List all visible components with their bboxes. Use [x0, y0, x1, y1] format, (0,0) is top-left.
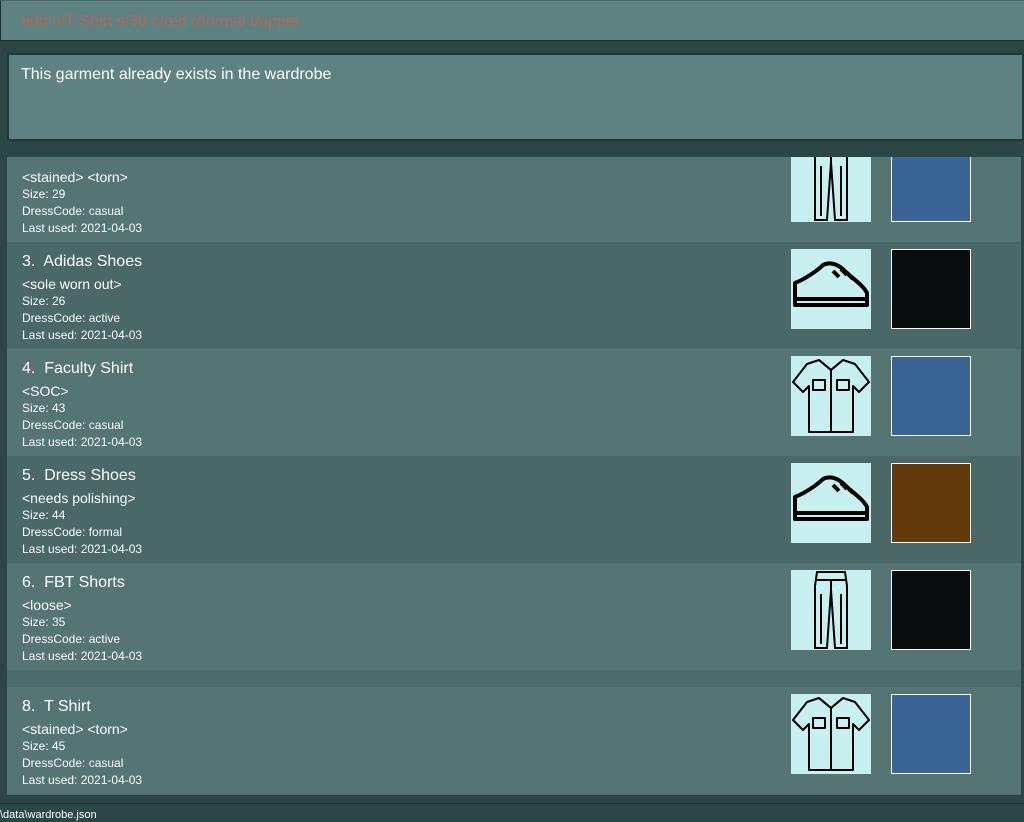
- garment-last-used: Last used: 2021-04-03: [22, 649, 143, 663]
- garment-last-used: Last used: 2021-04-03: [22, 435, 143, 449]
- garment-size: Size: 26: [22, 294, 66, 308]
- result-display: This garment already exists in the wardr…: [7, 53, 1024, 141]
- storage-path: \data\wardrobe.json: [0, 809, 97, 821]
- shoe-icon: [791, 249, 871, 329]
- garment-dresscode: DressCode: active: [22, 311, 121, 325]
- shirt-icon: [791, 356, 871, 436]
- garment-card[interactable]: 5. Dress Shoes <needs polishing> Size: 4…: [7, 456, 1021, 563]
- color-swatch: [891, 356, 971, 436]
- garment-card[interactable]: 8. T Shirt <stained> <torn> Size: 45 Dre…: [7, 687, 1021, 794]
- garment-name: 8. T Shirt: [22, 698, 91, 715]
- garment-dresscode: DressCode: casual: [22, 204, 124, 218]
- garment-tags: <stained> <torn>: [22, 169, 128, 185]
- command-input[interactable]: [21, 10, 1011, 34]
- garment-name: 4. Faculty Shirt: [22, 360, 134, 377]
- result-message: This garment already exists in the wardr…: [21, 66, 332, 83]
- garment-tags: <loose>: [22, 597, 72, 613]
- garment-card[interactable]: 6. FBT Shorts <loose> Size: 35 DressCode…: [7, 563, 1021, 670]
- command-box[interactable]: [0, 0, 1024, 41]
- garment-tags: <sole worn out>: [22, 276, 122, 292]
- color-swatch: [891, 570, 971, 650]
- garment-dresscode: DressCode: formal: [22, 525, 123, 539]
- garment-last-used: Last used: 2021-04-03: [22, 542, 143, 556]
- garment-name: 5. Dress Shoes: [22, 467, 136, 484]
- garment-card[interactable]: 3. Adidas Shoes <sole worn out> Size: 26…: [7, 242, 1021, 349]
- garment-size: Size: 35: [22, 615, 66, 629]
- garment-size: Size: 29: [22, 187, 66, 201]
- garment-last-used: Last used: 2021-04-03: [22, 773, 143, 787]
- garment-card[interactable]: <stained> <torn> Size: 29 DressCode: cas…: [7, 157, 1021, 242]
- pants-icon: [791, 570, 871, 650]
- garment-tags: <stained> <torn>: [22, 721, 128, 737]
- garment-last-used: Last used: 2021-04-03: [22, 221, 143, 235]
- pants-icon: [791, 157, 871, 222]
- garment-size: Size: 44: [22, 508, 66, 522]
- color-swatch: [891, 157, 971, 222]
- garment-dresscode: DressCode: casual: [22, 756, 124, 770]
- garment-tags: <needs polishing>: [22, 490, 136, 506]
- garment-list[interactable]: <stained> <torn> Size: 29 DressCode: cas…: [7, 157, 1021, 795]
- garment-last-used: Last used: 2021-04-03: [22, 328, 143, 342]
- garment-name: 6. FBT Shorts: [22, 574, 125, 591]
- garment-size: Size: 45: [22, 739, 66, 753]
- garment-card[interactable]: 4. Faculty Shirt <SOC> Size: 43 DressCod…: [7, 349, 1021, 456]
- color-swatch: [891, 463, 971, 543]
- shirt-icon: [791, 694, 871, 774]
- color-swatch: [891, 694, 971, 774]
- shoe-icon: [791, 463, 871, 543]
- list-gap: [7, 670, 1021, 687]
- color-swatch: [891, 249, 971, 329]
- garment-dresscode: DressCode: casual: [22, 418, 124, 432]
- status-bar: \data\wardrobe.json: [0, 803, 1024, 821]
- garment-size: Size: 43: [22, 401, 66, 415]
- garment-tags: <SOC>: [22, 383, 69, 399]
- garment-name: 3. Adidas Shoes: [22, 253, 143, 270]
- garment-dresscode: DressCode: active: [22, 632, 121, 646]
